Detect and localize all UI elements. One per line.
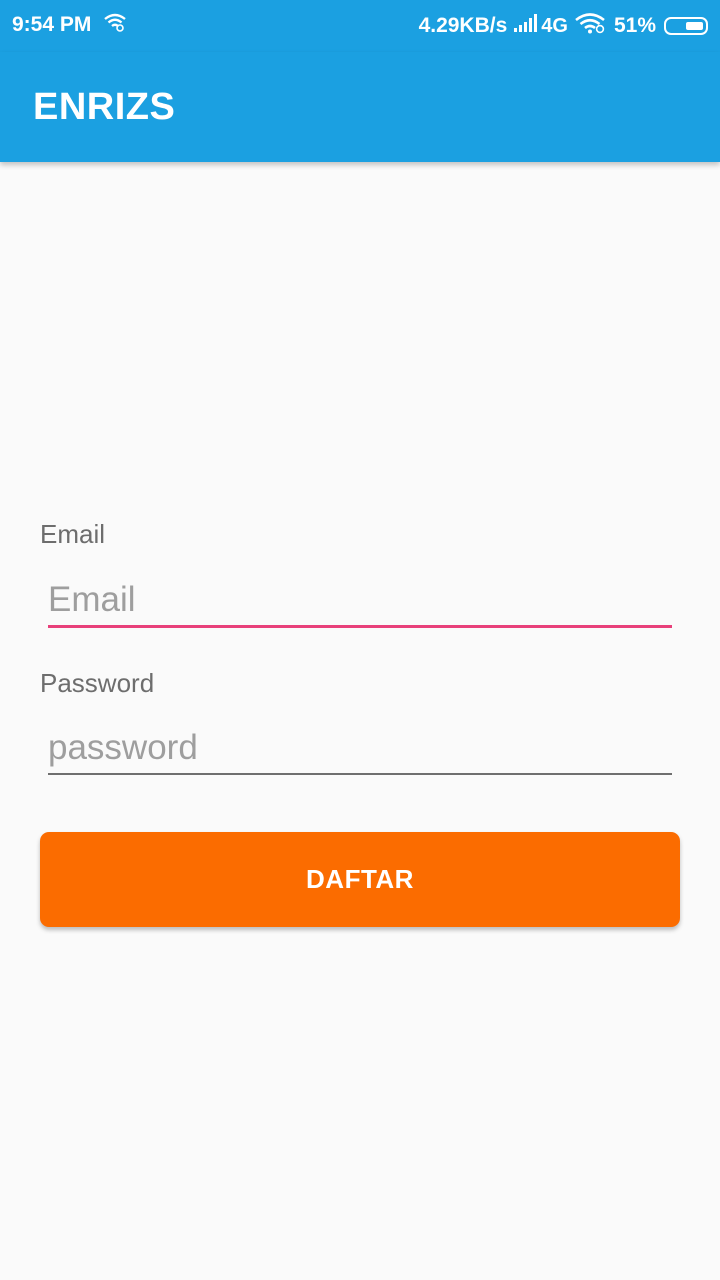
wifi-hotspot-icon bbox=[103, 12, 127, 38]
net-speed: 4.29KB/s bbox=[418, 14, 508, 37]
battery-percent: 51% bbox=[613, 14, 656, 37]
battery-icon bbox=[664, 17, 708, 35]
email-label: Email bbox=[40, 519, 106, 549]
screen: 9:54 PM 4.29KB/s 4G 51% ENRIZS Email Ema… bbox=[0, 0, 720, 1280]
email-underline bbox=[48, 625, 672, 628]
app-title: ENRIZS bbox=[33, 86, 176, 128]
status-time: 9:54 PM bbox=[12, 13, 92, 36]
status-right: 4.29KB/s 4G 51% bbox=[419, 12, 708, 40]
password-underline bbox=[48, 773, 672, 775]
signal-bars-icon bbox=[513, 13, 538, 39]
daftar-button[interactable]: DAFTAR bbox=[40, 832, 680, 927]
status-bar: 9:54 PM 4.29KB/s 4G 51% bbox=[0, 0, 720, 52]
status-left: 9:54 PM bbox=[12, 12, 127, 38]
network-type: 4G bbox=[541, 14, 568, 37]
app-bar: ENRIZS bbox=[0, 52, 720, 162]
password-label: Password bbox=[40, 668, 155, 698]
wifi-icon bbox=[574, 12, 606, 40]
email-input[interactable] bbox=[48, 574, 672, 626]
password-input[interactable] bbox=[48, 722, 672, 774]
battery-fill bbox=[686, 22, 703, 30]
